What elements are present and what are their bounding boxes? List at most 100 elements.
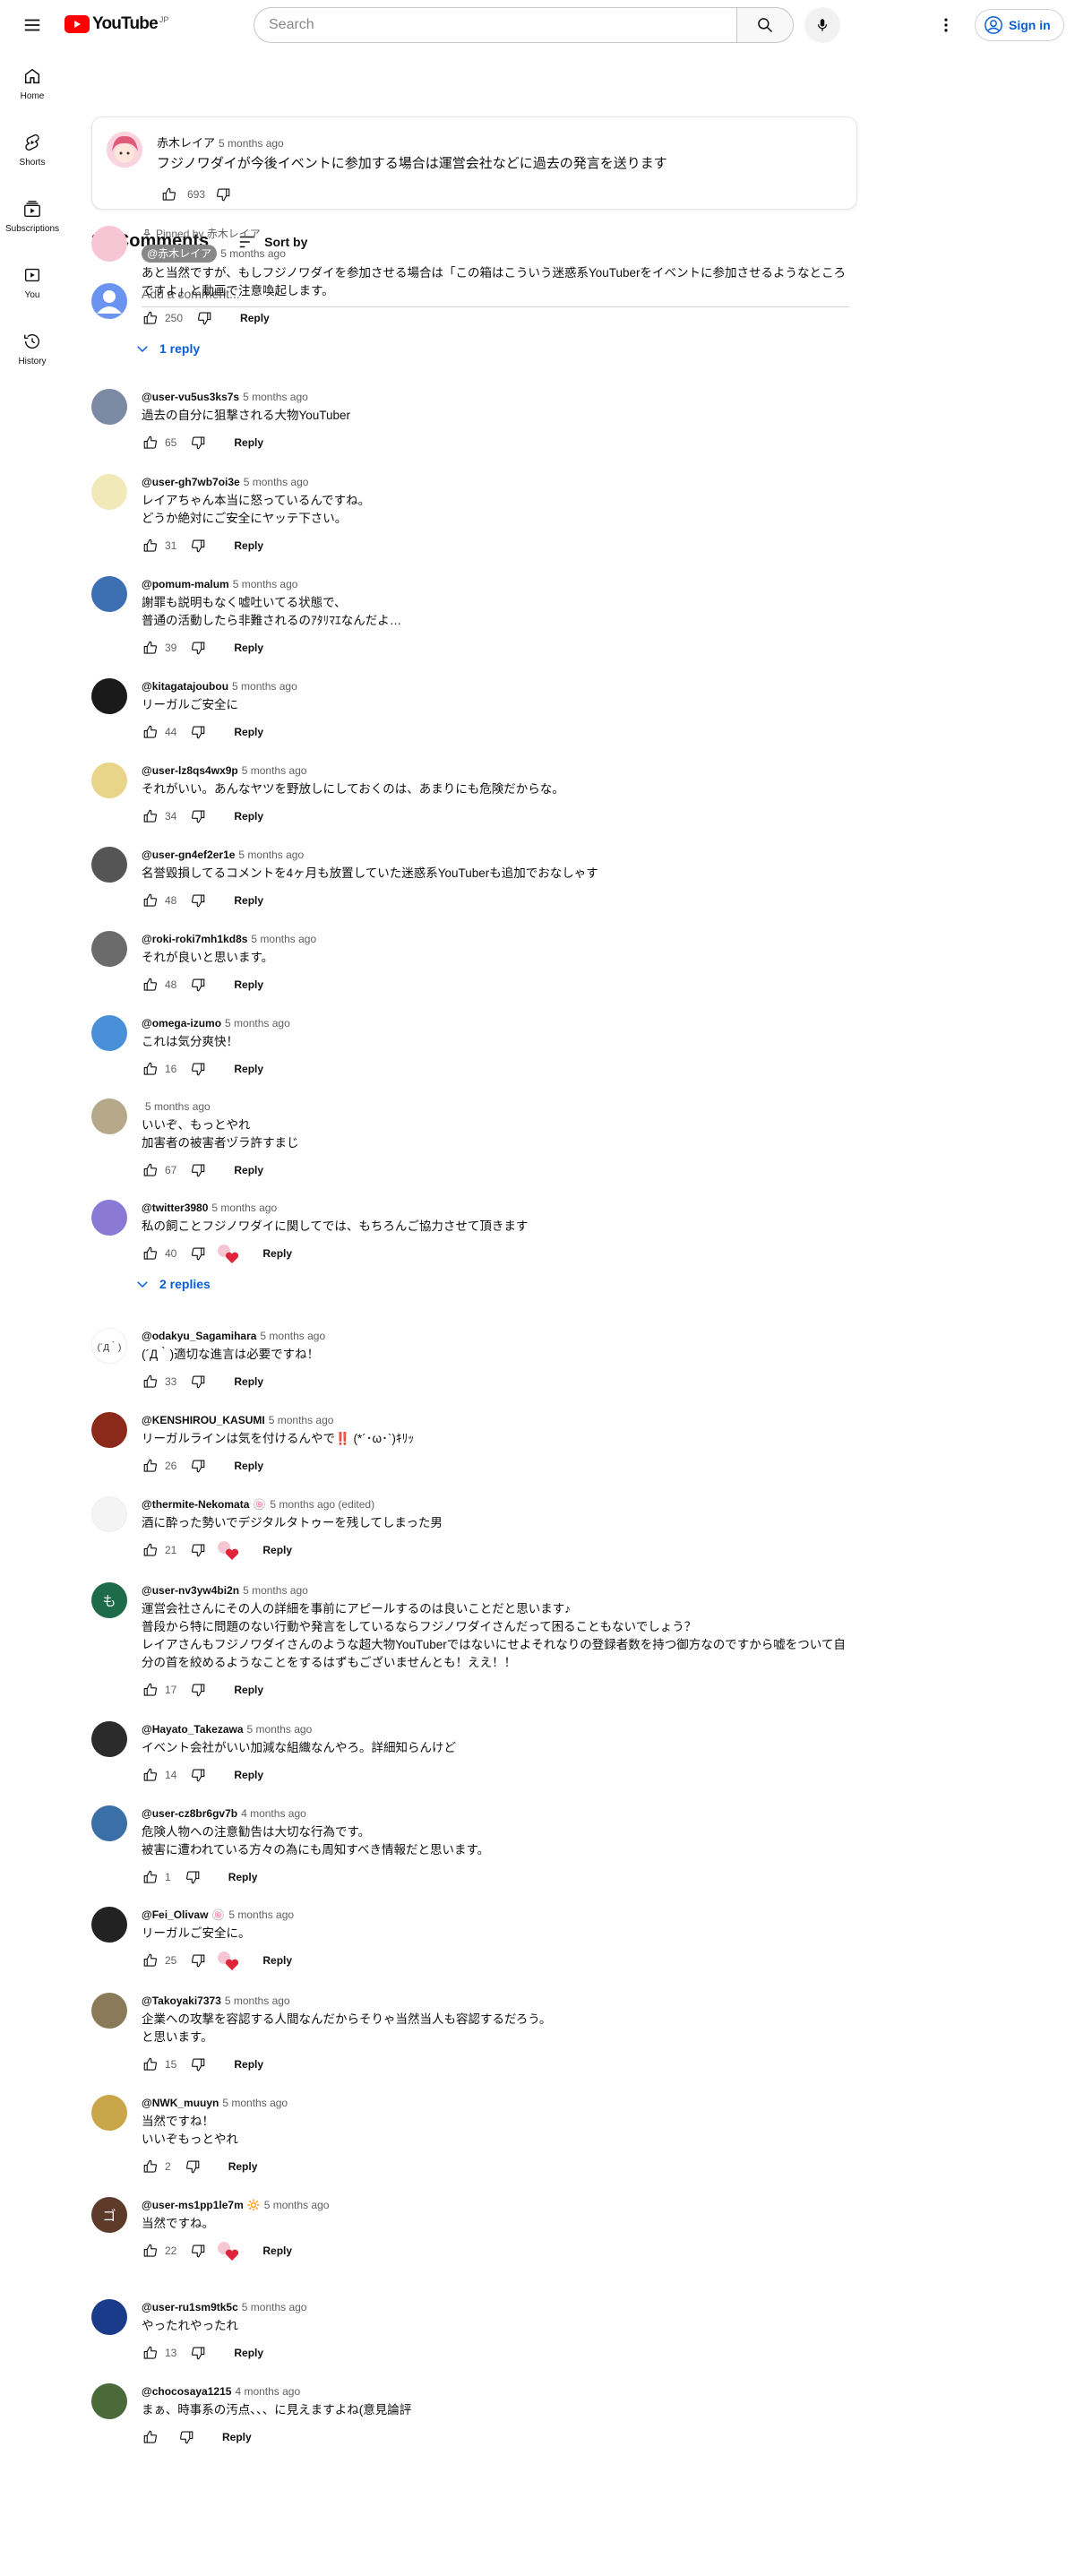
reply-button[interactable]: Reply bbox=[221, 2155, 265, 2178]
sign-in-button[interactable]: Sign in bbox=[975, 9, 1064, 41]
dislike-button[interactable] bbox=[184, 1946, 212, 1975]
dislike-button[interactable] bbox=[209, 180, 237, 209]
avatar[interactable] bbox=[91, 1721, 127, 1757]
dislike-button[interactable] bbox=[178, 2152, 207, 2181]
reply-button[interactable]: Reply bbox=[227, 973, 271, 996]
reply-button[interactable]: Reply bbox=[227, 1454, 271, 1478]
avatar[interactable]: も bbox=[91, 1582, 127, 1618]
avatar[interactable] bbox=[107, 132, 142, 168]
like-button[interactable] bbox=[136, 1239, 165, 1268]
comment-time[interactable]: 5 months ago bbox=[232, 678, 297, 694]
avatar[interactable] bbox=[91, 2095, 127, 2131]
comment-time[interactable]: 5 months ago bbox=[225, 1993, 290, 2009]
reply-button[interactable]: Reply bbox=[227, 805, 271, 828]
comment-author[interactable]: @odakyu_Sagamihara bbox=[142, 1328, 256, 1344]
comment-time[interactable]: 5 months ago bbox=[211, 1200, 277, 1216]
comment-author[interactable]: @user-gh7wb7oi3e bbox=[142, 474, 240, 490]
dislike-button[interactable] bbox=[184, 1676, 212, 1704]
avatar[interactable] bbox=[91, 226, 127, 262]
comment-time[interactable]: 4 months ago bbox=[235, 2383, 300, 2399]
sidebar-item-history[interactable]: History bbox=[0, 315, 64, 382]
comment-author[interactable]: @thermite-Nekomata bbox=[142, 1496, 249, 1512]
dislike-button[interactable] bbox=[190, 304, 219, 332]
search-button[interactable] bbox=[736, 7, 794, 43]
comment-time[interactable]: 5 months ago bbox=[244, 474, 309, 490]
settings-more-button[interactable] bbox=[932, 11, 960, 39]
comment-author[interactable]: @twitter3980 bbox=[142, 1200, 208, 1216]
comment-author[interactable]: @NWK_muuyn bbox=[142, 2095, 219, 2111]
dislike-button[interactable] bbox=[184, 633, 212, 662]
dislike-button[interactable] bbox=[184, 1055, 212, 1083]
comment-author[interactable]: @user-ru1sm9tk5c bbox=[142, 2299, 238, 2315]
comment-author[interactable]: @chocosaya1215 bbox=[142, 2383, 231, 2399]
reply-button[interactable]: Reply bbox=[255, 1242, 299, 1265]
avatar[interactable] bbox=[91, 474, 127, 510]
dislike-button[interactable] bbox=[184, 428, 212, 457]
reply-button[interactable]: Reply bbox=[227, 889, 271, 912]
dislike-button[interactable] bbox=[184, 2339, 212, 2367]
comment-author[interactable]: @user-nv3yw4bi2n bbox=[142, 1582, 239, 1598]
avatar[interactable] bbox=[91, 1496, 127, 1532]
comment-time[interactable]: 5 months ago (edited) bbox=[270, 1496, 374, 1512]
like-button[interactable] bbox=[136, 2423, 165, 2451]
avatar[interactable] bbox=[91, 389, 127, 425]
like-button[interactable] bbox=[136, 1676, 165, 1704]
like-button[interactable] bbox=[136, 1055, 165, 1083]
comment-author[interactable]: @roki-roki7mh1kd8s bbox=[142, 931, 247, 947]
comment-time[interactable]: 5 months ago bbox=[247, 1721, 313, 1737]
avatar[interactable] bbox=[91, 2383, 127, 2419]
comment-time[interactable]: 5 months ago bbox=[228, 1907, 294, 1923]
sidebar-item-subscriptions[interactable]: Subscriptions bbox=[0, 183, 64, 249]
dislike-button[interactable] bbox=[184, 886, 212, 915]
reply-button[interactable]: Reply bbox=[227, 1159, 271, 1182]
comment-time[interactable]: 5 months ago bbox=[220, 246, 286, 262]
like-button[interactable] bbox=[136, 1761, 165, 1789]
like-button[interactable] bbox=[136, 2236, 165, 2265]
avatar[interactable] bbox=[91, 1200, 127, 1236]
like-button[interactable] bbox=[136, 304, 165, 332]
comment-author[interactable]: @omega-izumo bbox=[142, 1015, 221, 1031]
avatar[interactable] bbox=[91, 1805, 127, 1841]
view-replies-button[interactable]: 1 reply bbox=[134, 332, 849, 365]
like-button[interactable] bbox=[136, 1536, 165, 1564]
comment-author[interactable]: @kitagatajoubou bbox=[142, 678, 228, 694]
avatar[interactable] bbox=[91, 1907, 127, 1943]
like-button[interactable] bbox=[136, 1156, 165, 1185]
dislike-button[interactable] bbox=[184, 2236, 212, 2265]
comment-time[interactable]: 5 months ago bbox=[260, 1328, 325, 1344]
post-author[interactable]: 赤木レイア bbox=[157, 136, 215, 150]
reply-button[interactable]: Reply bbox=[255, 1949, 299, 1972]
like-button[interactable] bbox=[136, 2339, 165, 2367]
reply-button[interactable]: Reply bbox=[255, 2239, 299, 2262]
reply-button[interactable]: Reply bbox=[227, 1678, 271, 1702]
youtube-logo[interactable]: YouTube JP bbox=[64, 14, 168, 34]
dislike-button[interactable] bbox=[184, 970, 212, 999]
reply-button[interactable]: Reply bbox=[227, 2341, 271, 2365]
comment-author[interactable]: @user-ms1pp1le7m bbox=[142, 2197, 244, 2213]
comment-author[interactable]: @user-lz8qs4wx9p bbox=[142, 762, 238, 779]
reply-button[interactable]: Reply bbox=[233, 306, 277, 330]
dislike-button[interactable] bbox=[184, 531, 212, 560]
reply-button[interactable]: Reply bbox=[227, 1763, 271, 1787]
avatar[interactable] bbox=[91, 1098, 127, 1134]
like-button[interactable] bbox=[136, 1452, 165, 1480]
avatar[interactable] bbox=[91, 1412, 127, 1448]
avatar[interactable] bbox=[91, 576, 127, 612]
guide-menu-button[interactable] bbox=[14, 11, 50, 39]
reply-button[interactable]: Reply bbox=[255, 1538, 299, 1562]
comment-time[interactable]: 5 months ago bbox=[251, 931, 316, 947]
like-button[interactable] bbox=[136, 428, 165, 457]
dislike-button[interactable] bbox=[184, 1536, 212, 1564]
comment-author[interactable]: @pomum-malum bbox=[142, 576, 229, 592]
reply-button[interactable]: Reply bbox=[227, 1057, 271, 1081]
reply-button[interactable]: Reply bbox=[227, 720, 271, 744]
reply-button[interactable]: Reply bbox=[227, 534, 271, 557]
comment-time[interactable]: 5 months ago bbox=[243, 1582, 308, 1598]
reply-button[interactable]: Reply bbox=[227, 431, 271, 454]
dislike-button[interactable] bbox=[178, 1863, 207, 1891]
reply-button[interactable]: Reply bbox=[227, 1370, 271, 1393]
reply-button[interactable]: Reply bbox=[227, 636, 271, 659]
reply-button[interactable]: Reply bbox=[221, 1865, 265, 1889]
view-replies-button[interactable]: 2 replies bbox=[134, 1268, 849, 1300]
dislike-button[interactable] bbox=[184, 1761, 212, 1789]
